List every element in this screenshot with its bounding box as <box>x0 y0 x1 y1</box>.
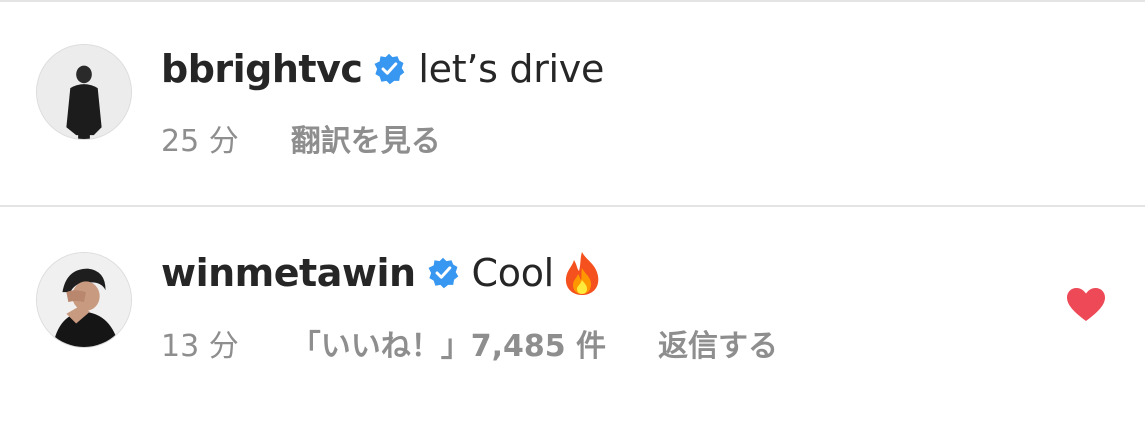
avatar[interactable] <box>36 252 132 348</box>
timestamp: 13 分 <box>161 329 239 364</box>
comment-text: Cool <box>471 251 555 295</box>
comment-item: winmetawin Cool 13 分 「いいね！」7,485 件 返信する <box>0 207 1145 425</box>
verified-badge-icon <box>426 256 460 290</box>
verified-badge-icon <box>372 52 406 86</box>
comment-meta: 13 分 「いいね！」7,485 件 返信する <box>161 321 778 365</box>
reply-button[interactable]: 返信する <box>658 321 778 365</box>
comment-item: bbrightvc let’s drive 25 分 翻訳を見る <box>0 0 1145 205</box>
timestamp: 25 分 <box>161 124 239 159</box>
likes-count-button[interactable]: 「いいね！」7,485 件 <box>291 321 606 365</box>
username[interactable]: winmetawin <box>161 251 416 295</box>
heart-icon <box>1067 288 1105 321</box>
comment-line: bbrightvc let’s drive <box>161 44 604 94</box>
comment-text: let’s drive <box>418 47 605 91</box>
like-button[interactable] <box>1066 287 1106 323</box>
avatar[interactable] <box>36 44 132 140</box>
avatar-image <box>37 253 131 347</box>
fire-icon <box>560 250 604 296</box>
username[interactable]: bbrightvc <box>161 47 363 91</box>
comment-line: winmetawin Cool <box>161 248 604 298</box>
see-translation-button[interactable]: 翻訳を見る <box>291 116 441 160</box>
comment-meta: 25 分 翻訳を見る <box>161 116 441 160</box>
avatar-image <box>37 45 131 139</box>
